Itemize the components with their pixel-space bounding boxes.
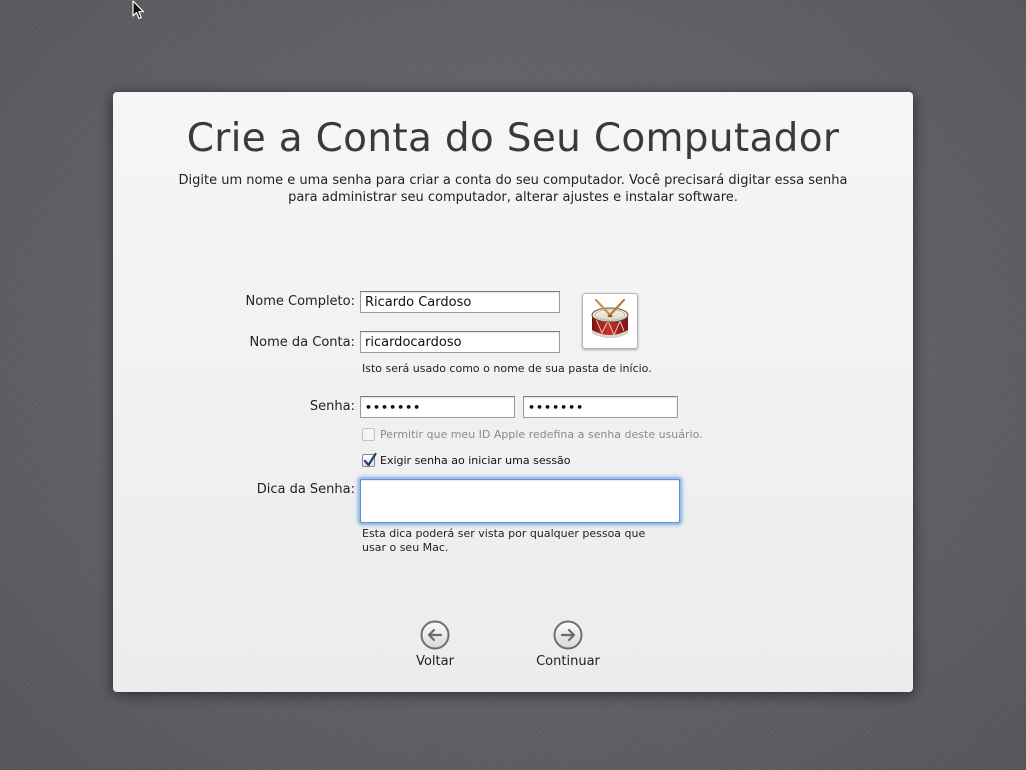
- page-subtitle: Digite um nome e uma senha para criar a …: [178, 173, 848, 205]
- page-title: Crie a Conta do Seu Computador: [186, 116, 840, 161]
- back-button[interactable]: Voltar: [375, 620, 495, 669]
- arrow-right-circle-icon: [553, 620, 583, 650]
- account-name-note: Isto será usado como o nome de sua pasta…: [362, 362, 652, 375]
- password-label: Senha:: [309, 399, 355, 414]
- password-hint-note: Esta dica poderá ser vista por qualquer …: [362, 527, 646, 554]
- verify-password-field[interactable]: [523, 396, 678, 418]
- back-label: Voltar: [416, 654, 454, 669]
- require-password-checkbox[interactable]: [362, 452, 377, 467]
- account-name-field[interactable]: [360, 331, 560, 353]
- apple-id-reset-option[interactable]: Permitir que meu ID Apple redefina a sen…: [362, 426, 703, 442]
- user-picture-button[interactable]: [582, 293, 638, 349]
- full-name-field[interactable]: [360, 291, 560, 313]
- mouse-pointer-icon: [132, 0, 145, 20]
- apple-id-reset-checkbox[interactable]: [362, 427, 375, 441]
- password-field[interactable]: [360, 396, 515, 418]
- password-hint-field[interactable]: [360, 479, 680, 523]
- apple-id-reset-label: Permitir que meu ID Apple redefina a sen…: [380, 427, 703, 441]
- require-password-label: Exigir senha ao iniciar uma sessão: [380, 453, 571, 467]
- require-password-option[interactable]: Exigir senha ao iniciar uma sessão: [362, 452, 571, 468]
- arrow-left-circle-icon: [420, 620, 450, 650]
- password-hint-label: Dica da Senha:: [256, 482, 355, 497]
- continue-button[interactable]: Continuar: [508, 620, 628, 669]
- checkmark-icon: [363, 452, 377, 466]
- setup-assistant-panel: Crie a Conta do Seu Computador Digite um…: [113, 92, 913, 692]
- drum-icon: [591, 298, 629, 338]
- continue-label: Continuar: [536, 654, 600, 669]
- full-name-label: Nome Completo:: [245, 294, 355, 309]
- account-name-label: Nome da Conta:: [249, 335, 355, 350]
